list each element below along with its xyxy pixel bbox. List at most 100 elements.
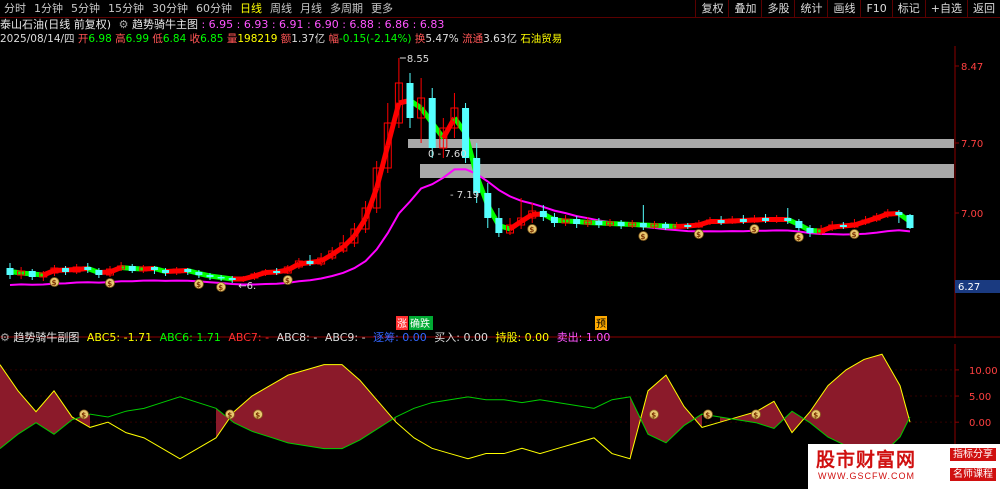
turn-label: 换 [414,33,426,45]
tab-0[interactable]: 分时 [0,0,30,17]
candle-body [762,218,770,221]
low-value: 6.84 [162,33,187,45]
candle-body [484,193,492,218]
sub-indicator-name[interactable]: 趋势骑牛副图 [13,331,79,344]
money-bag-symbol: $ [752,226,757,234]
stock-title[interactable]: 泰山石油(日线 前复权) [0,18,111,31]
sub-tick-label: 5.00 [969,392,991,403]
candle-body [195,272,203,275]
level-label-lower: - 7.19 [450,190,479,201]
osc-fill-area [900,385,910,438]
osc-fill-area [288,369,306,446]
sell-value: 卖出: 1.00 [556,331,611,344]
tab-8[interactable]: 月线 [296,0,326,17]
tab-2[interactable]: 5分钟 [67,0,104,17]
candle-body [217,277,225,279]
price-tick-label: 7.70 [961,139,983,150]
price-chart[interactable]: 8.47 7.70 7.00 6.27 8.55 ←6. 0 - 7.60 - 7.19 $ $ $… [0,46,1000,338]
trend-ribbon-segment [341,234,357,249]
action-button-1[interactable]: 叠加 [728,0,761,17]
gear-icon[interactable]: ⚙ [119,18,129,31]
money-bag-symbol: $ [52,279,57,287]
trend-ribbon-segment [352,217,368,238]
sector-tag[interactable]: 石油贸易 [520,33,562,45]
money-bag-symbol: $ [218,284,223,292]
gear-icon[interactable]: ⚙ [0,331,10,344]
tab-9[interactable]: 多周期 [326,0,367,17]
tab-1[interactable]: 1分钟 [30,0,67,17]
low-price-label: ←6. [238,281,256,292]
tab-10[interactable]: 更多 [367,0,397,17]
tab-7[interactable]: 周线 [266,0,296,17]
action-button-7[interactable]: +自选 [924,0,967,17]
turn-value: 5.47% [425,33,459,45]
action-button-4[interactable]: 画线 [827,0,860,17]
candle-body [795,221,803,228]
abc6-value: ABC6: 1.71 [159,331,221,344]
money-bag-symbol: $ [796,234,801,242]
osc-fill-area [234,396,252,432]
money-bag-symbol: $ [529,226,534,234]
watermark-tag-share: 指标分享 [950,448,996,461]
signal-down-label: 确跌 [410,317,430,330]
close-label: 收 [189,33,201,45]
money-bag-symbol: $ [651,411,656,419]
action-button-5[interactable]: F10 [860,0,891,17]
tab-4[interactable]: 30分钟 [148,0,192,17]
action-button-8[interactable]: 返回 [967,0,1000,17]
money-bag-symbol: $ [813,411,818,419]
candle-body [573,219,581,224]
abc9-value: ABC9: - [324,331,366,344]
period-toolbar: 分时 1分钟 5分钟 15分钟 30分钟 60分钟 日线 周线 月线 多周期 更多 复权 叠加 多股 统计… [0,0,1000,18]
candle-body [539,211,547,217]
candle-body [784,218,792,221]
candle-body [62,268,70,272]
resistance-band-lower [420,164,954,178]
candle-body [206,275,214,277]
osc-fill-area [324,364,342,449]
candle-body [273,271,281,273]
tab-5[interactable]: 60分钟 [192,0,236,17]
candle-body [906,215,914,228]
candle-body [228,278,236,280]
tab-6[interactable]: 日线 [236,0,266,17]
vol-value: 198219 [237,33,278,45]
candle-body [595,221,603,225]
candle-body [662,224,670,228]
osc-fill-area [846,359,864,452]
money-bag-symbol: $ [81,411,86,419]
price-tick-label: 6.27 [958,282,980,293]
candle-body [839,225,847,227]
tab-3[interactable]: 15分钟 [104,0,148,17]
action-button-0[interactable]: 复权 [695,0,728,17]
price-tick-label: 7.00 [961,209,983,220]
abc8-value: ABC8: - [276,331,318,344]
osc-fill-area [648,375,666,443]
sub-tick-label: 0.00 [969,418,991,429]
resistance-band-upper [408,139,954,148]
action-buttons: 复权 叠加 多股 统计 画线 F10 标记 +自选 返回 [695,0,1000,17]
osc-fill-area [864,354,882,455]
action-button-2[interactable]: 多股 [761,0,794,17]
candle-body [128,266,136,271]
osc-fill-area [666,375,684,443]
indicator-name[interactable]: 趋势骑牛主图 [132,18,198,31]
hold-value: 持股: 0.00 [495,331,550,344]
action-button-3[interactable]: 统计 [794,0,827,17]
candle-body [717,220,725,223]
signal-up-label: 涨 [397,318,407,330]
candle-body [162,270,170,273]
float-label: 流通 [462,33,484,45]
action-button-6[interactable]: 标记 [891,0,925,17]
zhu-value: 逐筹: 0.00 [373,331,427,344]
open-value: 6.98 [88,33,112,45]
close-value: 6.85 [200,33,224,45]
trend-ribbon-segment [109,265,123,275]
money-bag-symbol: $ [852,231,857,239]
chart-header: 泰山石油(日线 前复权) ⚙ 趋势骑牛主图 : 6.95 : 6.93 : 6.… [0,18,444,32]
chg-value: -0.15(-2.14%) [339,33,412,45]
price-tick-label: 8.47 [961,62,983,73]
watermark-title: 股市财富网 [816,449,917,471]
osc-fill-area [270,375,288,443]
high-label: 高 [115,33,126,45]
